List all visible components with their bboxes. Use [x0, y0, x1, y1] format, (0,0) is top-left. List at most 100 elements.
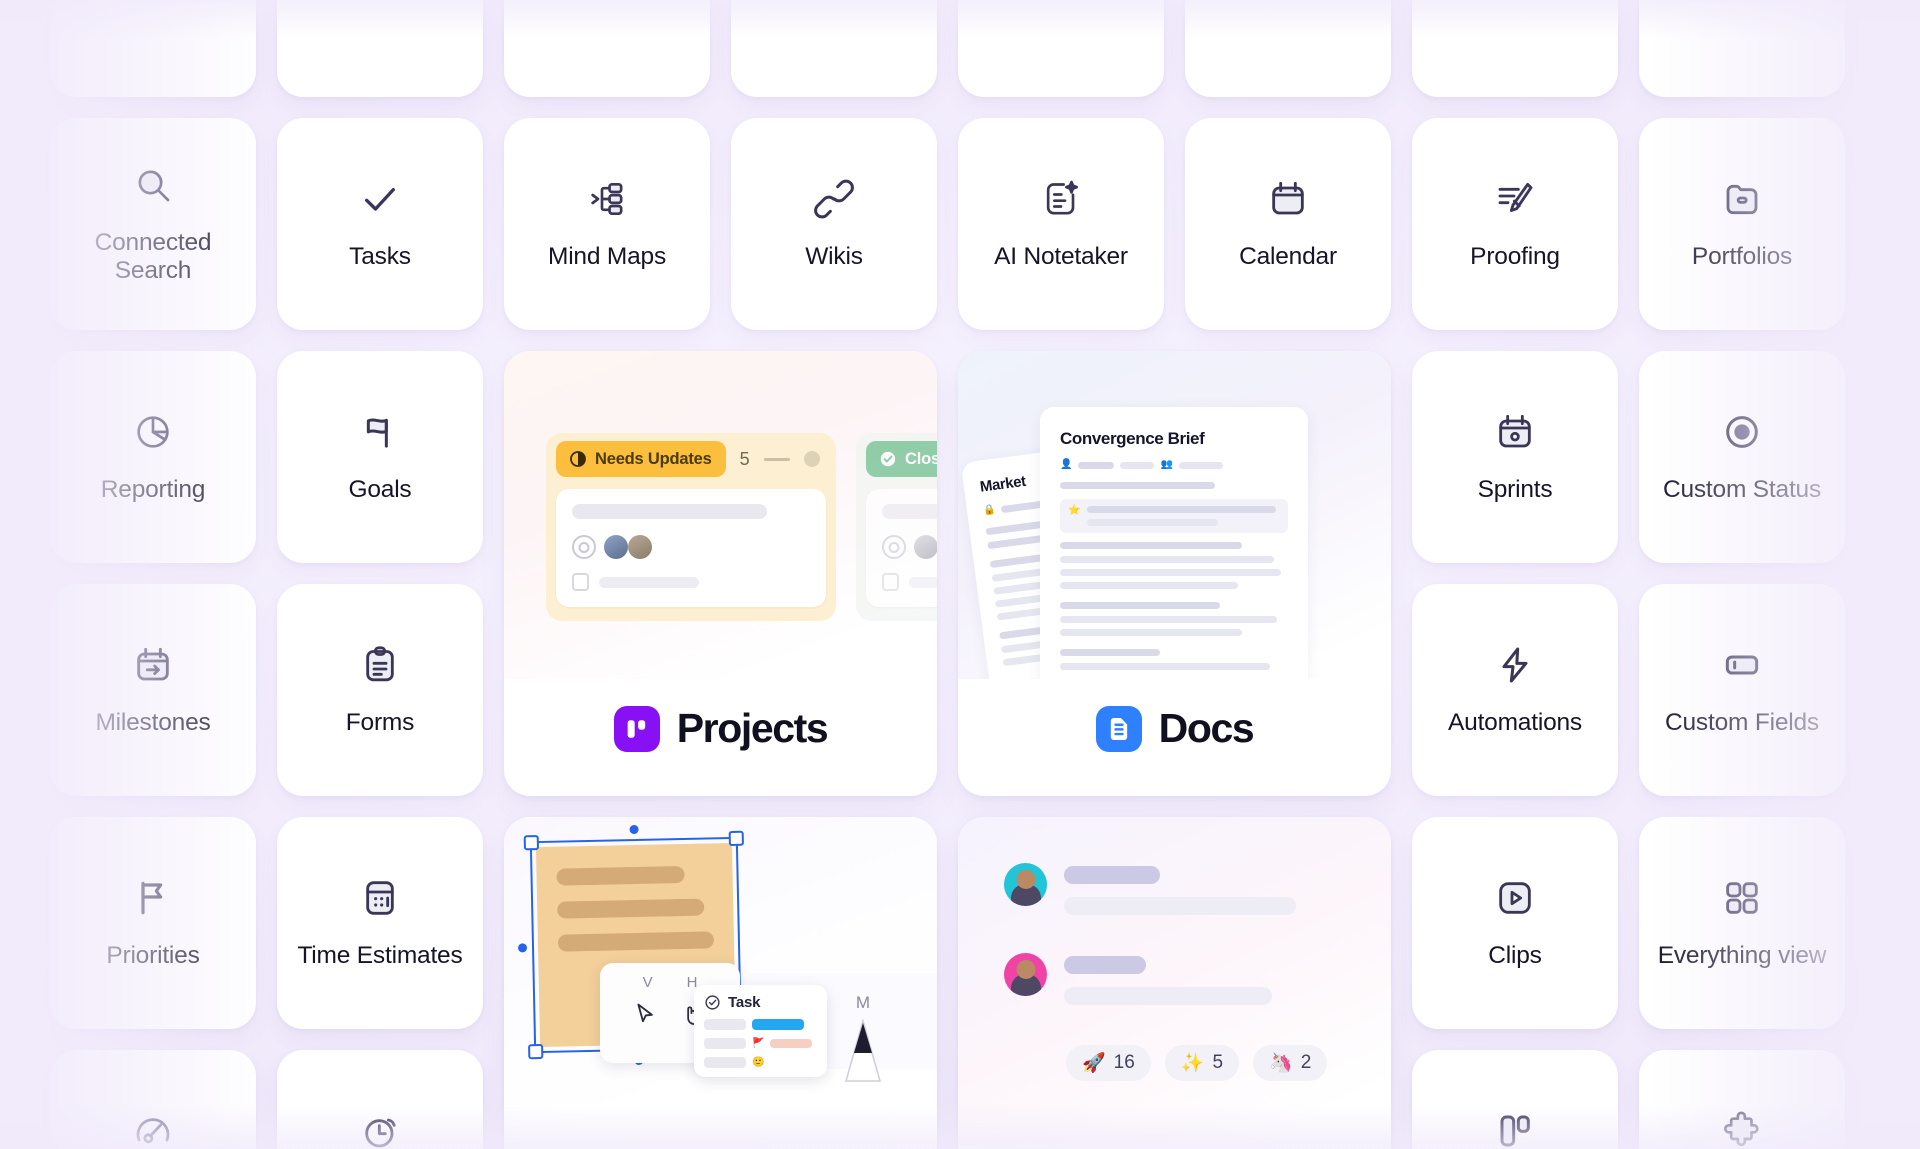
showcase-title: Docs [1158, 705, 1255, 751]
shortcut-key-m: M [855, 993, 871, 1012]
flag-outline-icon [131, 876, 175, 920]
showcase-card-chat[interactable]: 🚀 16 ✨ 5 🦄 2 [958, 817, 1391, 1149]
lock-icon: 🔒 [982, 503, 997, 517]
unicorn-emoji: 🦄 [1269, 1052, 1293, 1074]
projects-brand: Projects [504, 705, 937, 752]
people-emoji: 👥 [1160, 459, 1173, 470]
docs-brand: Docs [958, 705, 1391, 752]
feature-card-milestones[interactable]: Milestones [50, 584, 256, 796]
feature-card-wikis[interactable]: Wikis [731, 118, 937, 330]
resize-handle-tr[interactable] [728, 830, 744, 847]
flag-icon: 🚩 [752, 1038, 765, 1049]
feature-card-label: Sprints [1477, 476, 1553, 504]
feature-card-label: Automations [1448, 709, 1582, 737]
pie-chart-icon [131, 410, 175, 454]
feature-card-proofing[interactable]: Proofing [1412, 118, 1618, 330]
feature-card-label: Reporting [100, 476, 206, 504]
calculator-icon [358, 876, 402, 920]
puzzle-icon [1720, 1109, 1764, 1149]
calendar-icon [1266, 177, 1310, 221]
feature-card-label: Milestones [95, 709, 211, 737]
link-icon [812, 177, 856, 221]
feature-card-ai-notetaker[interactable]: AI Notetaker [958, 118, 1164, 330]
feature-card-forms[interactable]: Forms [277, 584, 483, 796]
task-title-placeholder [882, 504, 937, 519]
task-assignees [882, 535, 937, 559]
feature-card-calendar[interactable]: Calendar [1185, 118, 1391, 330]
field-box-icon [1720, 643, 1764, 687]
calendar-icon [882, 573, 899, 591]
reaction-count: 16 [1113, 1052, 1135, 1073]
resize-handle-bl[interactable] [528, 1043, 544, 1060]
task-card [866, 489, 937, 607]
reaction-unicorn[interactable]: 🦄 2 [1253, 1045, 1328, 1081]
avatar-emoji: 👤 [1060, 459, 1073, 470]
projects-board-icon [613, 705, 660, 752]
play-square-icon [1493, 876, 1537, 920]
feature-card-label: Forms [345, 709, 415, 737]
feature-card-time-estimates[interactable]: Time Estimates [277, 817, 483, 1029]
clipboard-icon [358, 643, 402, 687]
doc-lines-icon [1095, 705, 1142, 752]
feature-card-kanban-boards[interactable]: Kanban Boards [1412, 1050, 1618, 1149]
showcase-card-docs[interactable]: Market 🔒 Convergence Brief 👤 👥 ⭐ Docs [958, 351, 1391, 796]
partial-card-top [50, 0, 256, 97]
task-due-date [572, 573, 810, 591]
showcase-card-projects[interactable]: Needs Updates 5 Clos Projects [504, 351, 937, 796]
feature-card-label: Calendar [1239, 243, 1337, 271]
resize-handle-tl[interactable] [523, 835, 539, 851]
partial-card-top [731, 0, 937, 97]
bolt-icon [1493, 643, 1537, 687]
reaction-rocket[interactable]: 🚀 16 [1066, 1045, 1151, 1081]
feature-card-tasks[interactable]: Tasks [277, 118, 483, 330]
whiteboard-task-card[interactable]: Task 🚩 🙂 [694, 985, 827, 1077]
calendar-icon [572, 573, 589, 591]
reaction-sparkles[interactable]: ✨ 5 [1164, 1045, 1240, 1081]
feature-card-label: Goals [348, 476, 412, 504]
rocket-emoji: 🚀 [1082, 1052, 1106, 1074]
feature-card-time-tracking[interactable]: Time Tracking [277, 1050, 483, 1149]
grid-four-icon [1720, 876, 1764, 920]
feature-card-priorities[interactable]: Priorities [50, 817, 256, 1029]
feature-card-everything-view[interactable]: Everything view [1639, 817, 1845, 1029]
feature-card-label: AI Notetaker [994, 243, 1128, 271]
sprint-calendar-icon [1493, 410, 1537, 454]
feature-card-label: Proofing [1470, 243, 1560, 271]
star-emoji: ⭐ [1068, 505, 1081, 516]
feature-card-clips[interactable]: Clips [1412, 817, 1618, 1029]
task-card-title: Task [728, 994, 761, 1011]
feature-card-label: Wikis [805, 243, 863, 271]
status-badge-needs-updates: Needs Updates [556, 441, 726, 477]
half-circle-icon [570, 451, 586, 467]
whiteboard-preview: V H Task 🚩 🙂 M [504, 817, 937, 1145]
check-icon [358, 177, 402, 221]
midpoint-handle-left[interactable] [517, 942, 528, 952]
highlight-block: ⭐ [1060, 499, 1288, 533]
assignee-placeholder-icon [882, 535, 906, 559]
midpoint-handle-top[interactable] [628, 824, 639, 835]
feature-card-integrations[interactable]: Integrations [1639, 1050, 1845, 1149]
marker-tool[interactable]: M [834, 993, 892, 1090]
showcase-card-whiteboards[interactable]: V H Task 🚩 🙂 M [504, 817, 937, 1149]
marker-icon [844, 1018, 882, 1082]
feature-card-goals[interactable]: Goals [277, 351, 483, 563]
feature-card-custom-fields[interactable]: Custom Fields [1639, 584, 1845, 796]
feature-card-reporting[interactable]: Reporting [50, 351, 256, 563]
cursor-icon[interactable] [633, 1002, 659, 1034]
feature-card-custom-status[interactable]: Custom Status [1639, 351, 1845, 563]
feature-card-portfolios[interactable]: Portfolios [1639, 118, 1845, 330]
feature-card-dashboards[interactable]: Dashboards [50, 1050, 256, 1149]
assignee-placeholder-icon [572, 535, 596, 559]
feature-card-connected-search[interactable]: Connected Search [50, 118, 256, 330]
gauge-icon [131, 1109, 175, 1149]
check-circle-icon [705, 995, 720, 1010]
avatar [628, 535, 652, 559]
feature-card-sprints[interactable]: Sprints [1412, 351, 1618, 563]
feature-card-automations[interactable]: Automations [1412, 584, 1618, 796]
feature-grid: Connected Search Tasks Mind Maps Wikis A… [50, 0, 1870, 1149]
task-assignees [572, 535, 810, 559]
reaction-count: 2 [1300, 1052, 1312, 1073]
feature-card-mind-maps[interactable]: Mind Maps [504, 118, 710, 330]
shortcut-key-v: V [642, 974, 653, 991]
kanban-columns-icon [1493, 1109, 1537, 1149]
